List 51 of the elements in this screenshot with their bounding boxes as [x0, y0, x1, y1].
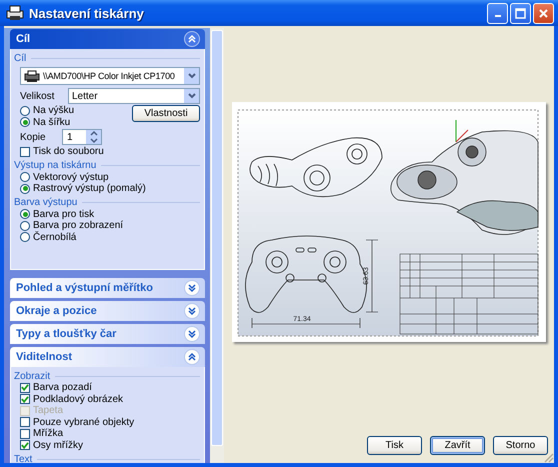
radio-button[interactable]: Černobílá [20, 232, 200, 243]
minimize-icon [494, 15, 500, 17]
checkmark-icon [21, 440, 29, 450]
group-label: Zobrazit [14, 370, 50, 382]
window-title: Nastavení tiskárny [29, 6, 145, 20]
group-label: Cíl [14, 52, 26, 64]
group-label: Výstup na tiskárnu [14, 160, 96, 171]
size-dropdown[interactable]: Letter [68, 88, 200, 104]
checkbox[interactable]: Podkladový obrázek [20, 394, 200, 405]
radio-button[interactable]: Vektorový výstup [20, 172, 200, 183]
radio-button[interactable]: Na šířku [20, 116, 74, 128]
spinner-arrows-icon [88, 130, 98, 144]
section-header[interactable]: Okraje a pozice [10, 301, 205, 321]
scrollbar[interactable] [210, 28, 224, 463]
section-header[interactable]: Viditelnost [10, 347, 205, 367]
copies-spinner[interactable]: 1 [62, 129, 102, 145]
resize-grip-icon[interactable] [542, 451, 554, 463]
section-header[interactable]: Typy a tloušťky čar [10, 324, 205, 344]
checkbox[interactable]: Osy mřížky [20, 440, 200, 451]
radio-button[interactable]: Na výšku [20, 105, 74, 116]
printer-icon [6, 5, 24, 21]
checkbox[interactable]: Barva pozadí [20, 382, 200, 394]
section-header[interactable]: Pohled a výstupní měřítko [10, 278, 205, 298]
maximize-icon [515, 8, 526, 18]
group-label: Text [14, 454, 32, 463]
properties-button[interactable]: Vlastnosti [132, 105, 200, 122]
maximize-button[interactable] [510, 2, 531, 24]
section-header[interactable]: Cíl [10, 29, 205, 49]
dialog-button[interactable]: Tisk [367, 436, 422, 455]
axis-icon [456, 120, 468, 142]
expand-icon[interactable] [184, 303, 200, 319]
collapse-icon[interactable] [184, 349, 200, 365]
checkbox[interactable]: Tisk do souboru [20, 146, 200, 158]
printer-dropdown[interactable]: \\AMD700\HP Color Inkjet CP1700 [20, 67, 200, 85]
field-label: Kopie [20, 132, 47, 142]
field-label: Velikost [20, 90, 56, 102]
checkbox[interactable]: Pouze vybrané objekty [20, 416, 200, 428]
close-button[interactable] [533, 2, 554, 24]
collapse-icon[interactable] [184, 31, 200, 47]
dialog-button[interactable]: Zavřít [430, 436, 485, 455]
radio-button[interactable]: Rastrový výstup (pomalý) [20, 183, 200, 194]
radio-button[interactable]: Barva pro zobrazení [20, 220, 200, 232]
minimize-button[interactable] [487, 2, 508, 24]
radio-button[interactable]: Barva pro tisk [20, 208, 200, 220]
checkbox[interactable]: Mřížka [20, 428, 200, 440]
dialog-button[interactable]: Storno [493, 436, 548, 455]
printer-icon [24, 70, 40, 82]
close-icon [538, 8, 549, 18]
expand-icon[interactable] [184, 326, 200, 342]
group-label: Barva výstupu [14, 197, 78, 208]
expand-icon[interactable] [184, 280, 200, 296]
